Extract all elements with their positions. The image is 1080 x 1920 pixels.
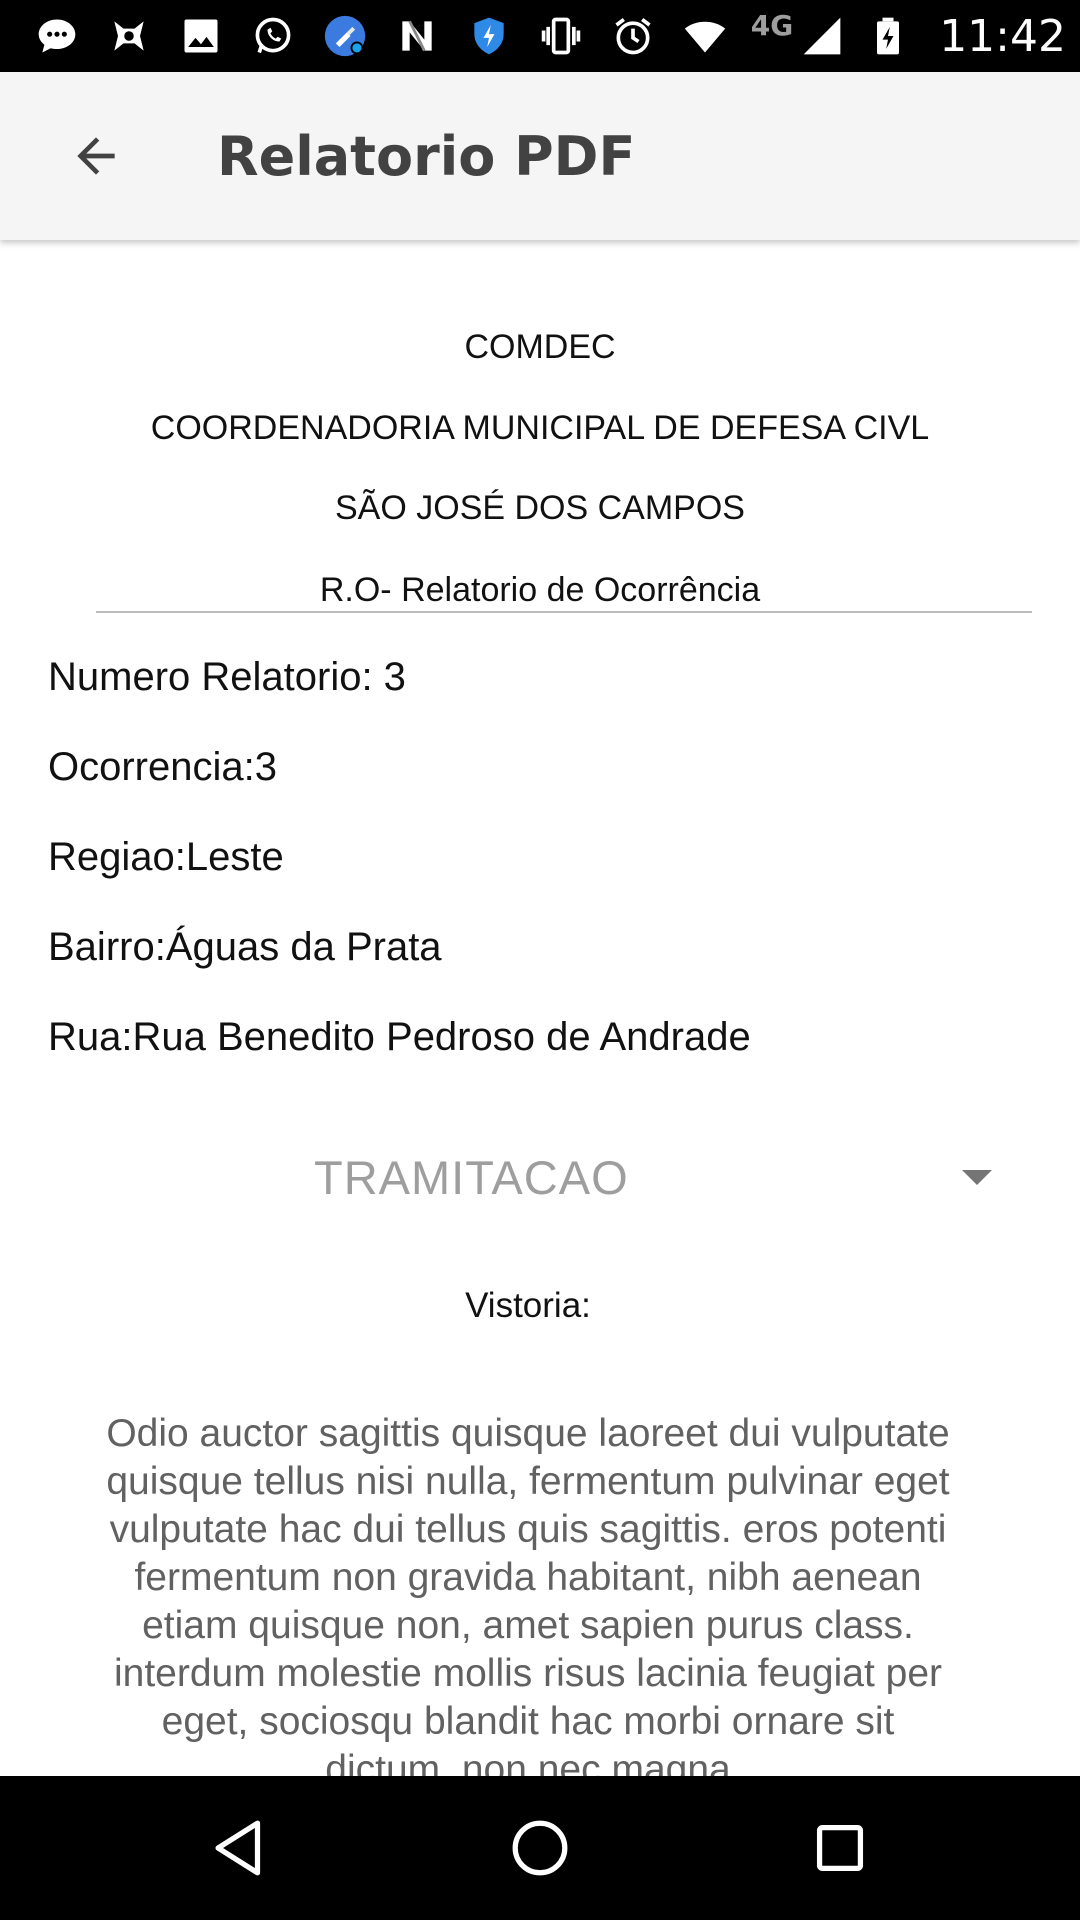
navigation-bar: [0, 1776, 1080, 1920]
n-app-icon: [394, 13, 440, 59]
field-regiao: Regiao:Leste: [48, 835, 284, 879]
back-button[interactable]: [56, 116, 136, 196]
report-header-city: SÃO JOSÉ DOS CAMPOS: [335, 489, 745, 527]
field-ocorrencia: Ocorrencia:3: [48, 745, 277, 789]
messaging-icon: [34, 13, 80, 59]
nav-back-button[interactable]: [190, 1798, 290, 1898]
header-divider: [96, 611, 1032, 613]
clock: 11:42: [939, 10, 1066, 62]
field-bairro: Bairro:Águas da Prata: [48, 925, 442, 969]
page-title: Relatorio PDF: [217, 124, 636, 188]
nav-back-triangle-icon: [215, 1820, 261, 1876]
shield-icon: [466, 13, 512, 59]
vistoria-label: Vistoria:: [465, 1286, 591, 1325]
report-content[interactable]: COMDEC COORDENADORIA MUNICIPAL DE DEFESA…: [0, 240, 1080, 1776]
cleaner-app-icon: [322, 13, 368, 59]
field-numero-relatorio: Numero Relatorio: 3: [48, 655, 406, 699]
cell-signal-icon: [799, 13, 845, 59]
whatsapp-icon: [250, 13, 296, 59]
notification-icons: [34, 13, 728, 59]
nav-home-circle-icon: [512, 1820, 568, 1876]
nav-recents-square-icon: [816, 1824, 864, 1872]
vibrate-icon: [538, 13, 584, 59]
system-status: 4G 11:42: [750, 8, 1066, 62]
game-controller-icon: [106, 13, 152, 59]
alarm-icon: [610, 13, 656, 59]
report-header-type: R.O- Relatorio de Ocorrência: [319, 571, 761, 609]
battery-charging-icon: [865, 13, 911, 59]
nav-home-button[interactable]: [490, 1798, 590, 1898]
arrow-left-icon: [77, 137, 115, 175]
network-type-label: 4G: [750, 8, 794, 42]
dropdown-selected-value: TRAMITACAO: [314, 1151, 629, 1204]
field-rua: Rua:Rua Benedito Pedroso de Andrade: [48, 1015, 751, 1059]
dropdown-arrow-icon: [962, 1170, 992, 1185]
nav-recents-button[interactable]: [790, 1798, 890, 1898]
status-dropdown[interactable]: TRAMITACAO: [48, 1130, 1032, 1226]
app-bar: Relatorio PDF: [0, 72, 1080, 240]
status-bar: 4G 11:42: [0, 0, 1080, 72]
report-header-org-full: COORDENADORIA MUNICIPAL DE DEFESA CIVL: [150, 409, 930, 447]
vistoria-text: Odio auctor sagittis quisque laoreet dui…: [106, 1412, 950, 1776]
gallery-icon: [178, 13, 224, 59]
report-header-org: COMDEC: [464, 328, 616, 366]
wifi-icon: [682, 13, 728, 59]
